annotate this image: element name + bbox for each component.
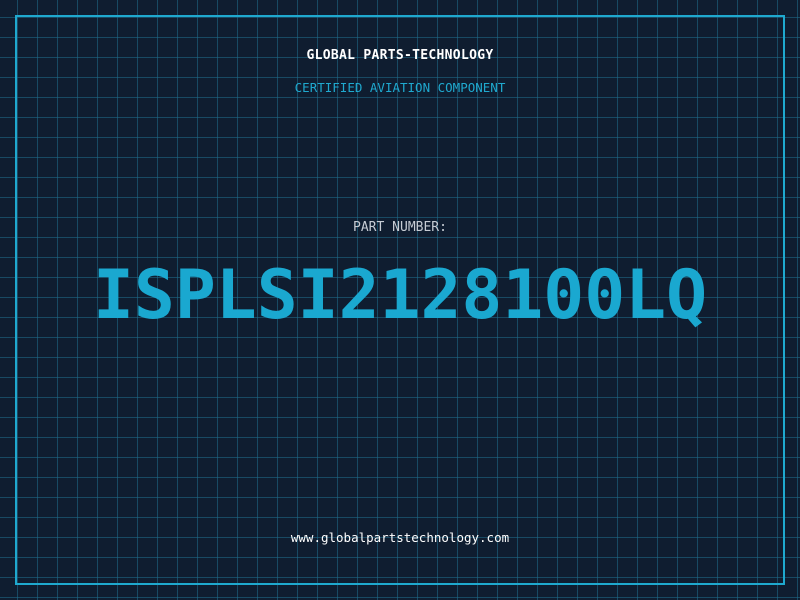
part-label-card: GLOBAL PARTS-TECHNOLOGY CERTIFIED AVIATI… xyxy=(0,0,800,600)
company-name: GLOBAL PARTS-TECHNOLOGY xyxy=(306,48,494,63)
certification-tagline: CERTIFIED AVIATION COMPONENT xyxy=(294,80,506,95)
part-number-label: PART NUMBER: xyxy=(353,220,447,235)
part-number-value: ISPLSI2128100LQ xyxy=(92,256,708,335)
website-url: www.globalpartstechnology.com xyxy=(290,530,510,545)
